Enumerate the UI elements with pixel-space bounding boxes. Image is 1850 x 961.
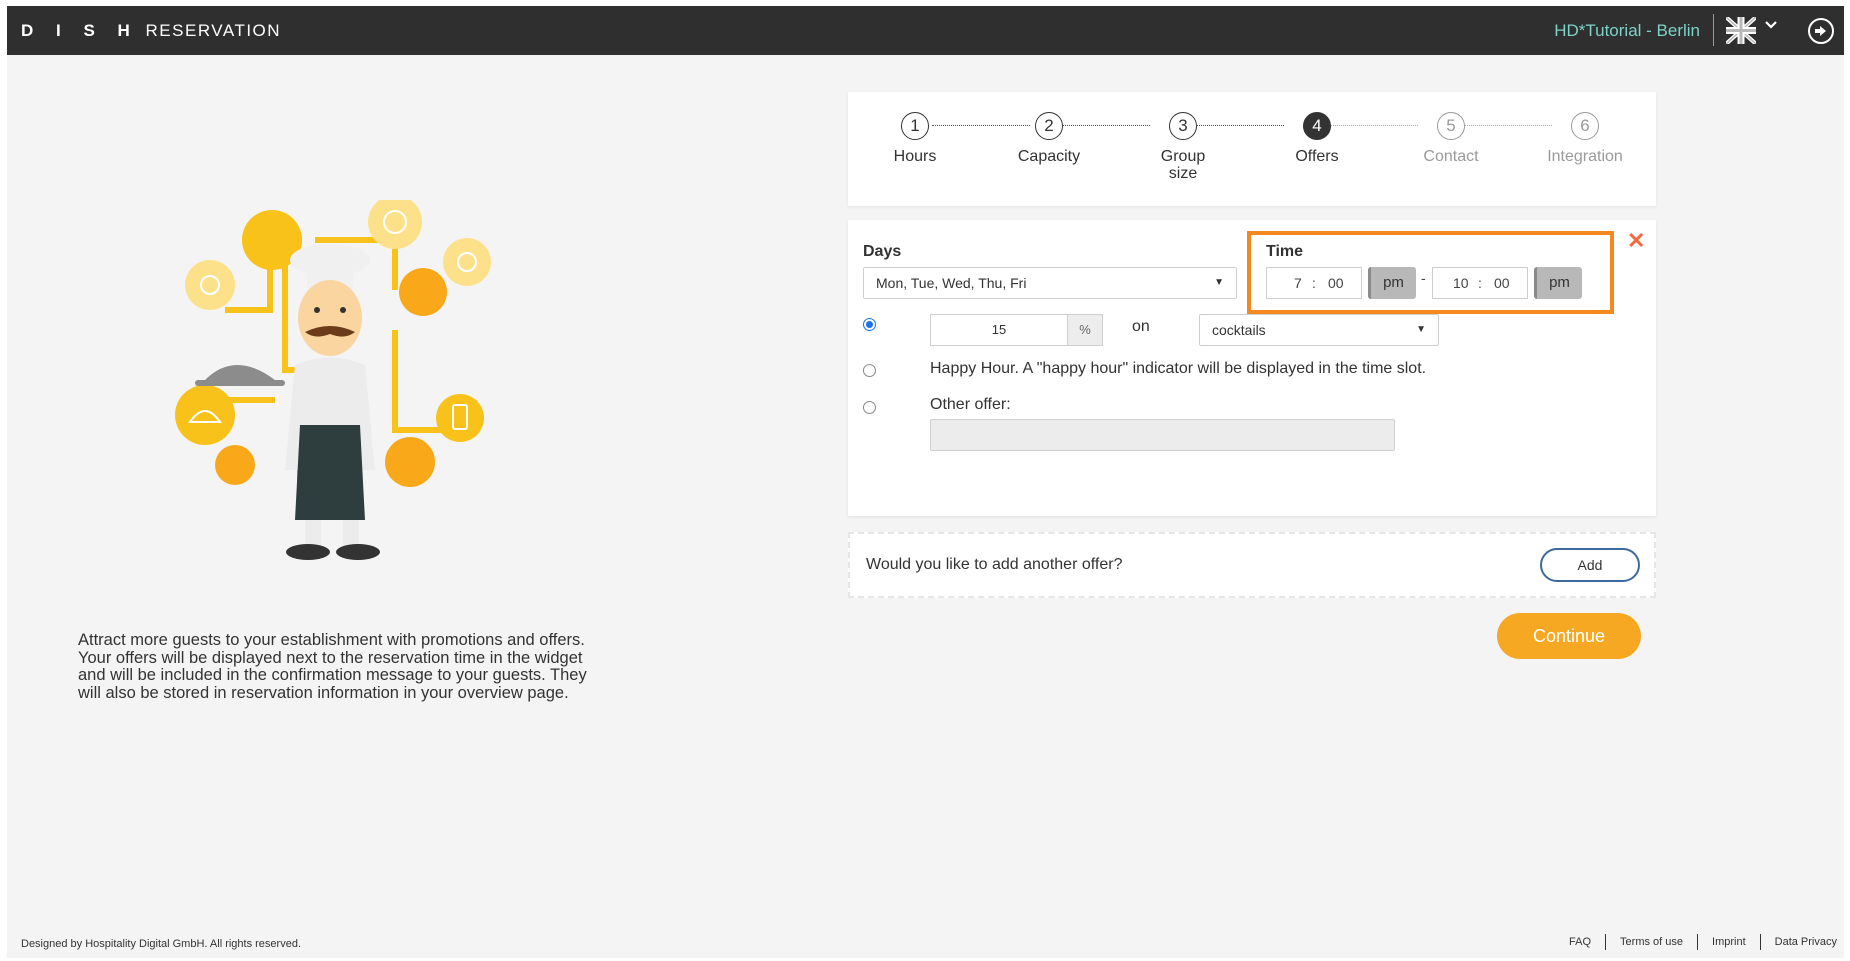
data-privacy-link[interactable]: Data Privacy <box>1761 936 1837 948</box>
uk-flag-icon[interactable] <box>1726 17 1756 44</box>
percent-suffix: % <box>1067 314 1103 346</box>
step-label: Hours <box>893 148 937 165</box>
category-value: cocktails <box>1212 322 1266 338</box>
step-number: 5 <box>1437 112 1465 140</box>
step-hours[interactable]: 1 Hours <box>855 112 975 166</box>
caret-down-icon: ▼ <box>1416 324 1426 335</box>
step-contact[interactable]: 5 Contact <box>1391 112 1511 166</box>
step-offers[interactable]: 4 Offers <box>1257 112 1377 166</box>
step-number: 6 <box>1571 112 1599 140</box>
brand-logo: D I S H RESERVATION <box>21 21 281 41</box>
add-offer-button[interactable]: Add <box>1540 548 1640 582</box>
step-label: Contact <box>1423 148 1479 165</box>
add-offer-card: Would you like to add another offer? Add <box>848 532 1656 598</box>
top-divider <box>1713 14 1714 46</box>
other-offer-label: Other offer: <box>930 396 1011 413</box>
logout-icon[interactable] <box>1808 18 1834 44</box>
happy-hour-radio[interactable] <box>863 364 876 377</box>
step-number: 2 <box>1035 112 1063 140</box>
days-label: Days <box>863 243 902 260</box>
step-label: Offers <box>1295 148 1339 165</box>
brand-bold: D I S H <box>21 21 139 40</box>
remove-offer-icon[interactable]: ✕ <box>1627 228 1645 254</box>
terms-link[interactable]: Terms of use <box>1606 936 1697 948</box>
other-offer-input[interactable] <box>930 419 1395 451</box>
time-colon: : <box>1312 275 1316 291</box>
caret-down-icon: ▼ <box>1214 277 1224 288</box>
footer-links: FAQ Terms of use Imprint Data Privacy <box>1555 934 1837 950</box>
on-label: on <box>1132 318 1150 335</box>
intro-text: Attract more guests to your establishmen… <box>78 631 587 702</box>
other-offer-radio[interactable] <box>863 401 876 414</box>
start-time-input[interactable]: 7 : 00 <box>1266 267 1362 299</box>
add-offer-question: Would you like to add another offer? <box>866 556 1123 573</box>
step-label: Capacity <box>1017 148 1081 165</box>
start-hour: 7 <box>1294 275 1302 291</box>
discount-radio[interactable] <box>863 318 876 331</box>
discount-input[interactable]: 15 <box>930 314 1068 346</box>
end-hour: 10 <box>1453 275 1469 291</box>
step-number: 4 <box>1303 112 1331 140</box>
end-minute: 00 <box>1494 275 1510 291</box>
chevron-down-icon[interactable] <box>1764 18 1778 37</box>
time-colon: : <box>1478 275 1482 291</box>
days-select[interactable]: Mon, Tue, Wed, Thu, Fri ▼ <box>863 267 1237 299</box>
step-number: 1 <box>901 112 929 140</box>
time-label: Time <box>1266 243 1304 260</box>
top-bar: D I S H RESERVATION HD*Tutorial - Berlin <box>7 6 1844 55</box>
stepper: 1 Hours 2 Capacity 3 Group size 4 Offers… <box>848 92 1656 206</box>
imprint-link[interactable]: Imprint <box>1698 936 1760 948</box>
happy-hour-text: Happy Hour. A "happy hour" indicator wil… <box>930 360 1427 377</box>
step-connector <box>932 125 1030 126</box>
step-label: Integration <box>1547 148 1623 165</box>
start-minute: 00 <box>1328 275 1344 291</box>
chef-illustration <box>175 200 491 560</box>
copyright: Designed by Hospitality Digital GmbH. Al… <box>21 938 302 950</box>
category-select[interactable]: cocktails ▼ <box>1199 314 1439 346</box>
step-integration[interactable]: 6 Integration <box>1525 112 1645 166</box>
faq-link[interactable]: FAQ <box>1555 936 1605 948</box>
account-name[interactable]: HD*Tutorial - Berlin <box>1554 21 1700 41</box>
step-capacity[interactable]: 2 Capacity <box>989 112 1109 166</box>
time-dash: - <box>1421 270 1426 286</box>
start-ampm-toggle[interactable]: pm <box>1368 267 1416 299</box>
days-value: Mon, Tue, Wed, Thu, Fri <box>876 275 1027 291</box>
brand-rest: RESERVATION <box>145 21 282 40</box>
end-time-input[interactable]: 10 : 00 <box>1432 267 1528 299</box>
step-label: Group size <box>1160 148 1206 182</box>
step-number: 3 <box>1169 112 1197 140</box>
continue-button[interactable]: Continue <box>1497 613 1641 659</box>
step-group-size[interactable]: 3 Group size <box>1123 112 1243 182</box>
end-ampm-toggle[interactable]: pm <box>1534 267 1582 299</box>
